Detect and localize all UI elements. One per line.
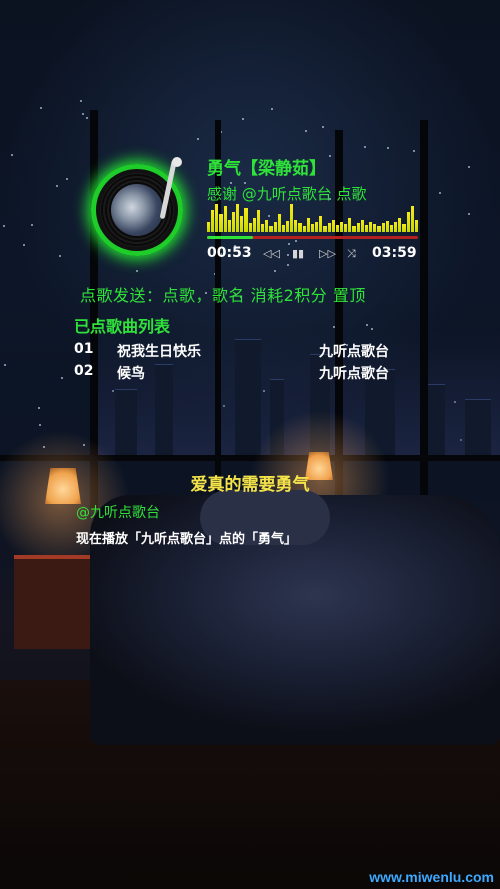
equalizer-bar (302, 226, 306, 232)
equalizer-bar (269, 226, 273, 232)
equalizer-bar (377, 226, 381, 232)
shuffle-icon[interactable]: ⤨ (347, 247, 356, 261)
equalizer-bar (319, 216, 323, 232)
list-item[interactable]: 02 候鸟 九听点歌台 (74, 363, 414, 383)
equalizer-bar (240, 216, 244, 232)
equalizer-bar (340, 222, 344, 232)
equalizer-bar (277, 214, 281, 232)
song-title: 勇气【梁静茹】 (207, 159, 326, 179)
equalizer-bar (281, 225, 285, 232)
equalizer-bar (227, 220, 231, 232)
equalizer-bar (294, 220, 298, 232)
equalizer-bar (298, 223, 302, 232)
equalizer-bar (248, 223, 252, 232)
window-frame (420, 120, 428, 500)
equalizer-bar (244, 208, 248, 232)
equalizer-bar (310, 224, 315, 232)
list-item-requester: 九听点歌台 (319, 366, 389, 382)
list-item-index: 01 (74, 341, 94, 357)
watermark: www.miwenlu.com (369, 869, 494, 885)
current-lyric: 爱真的需要勇气 (190, 475, 310, 495)
list-item-requester: 九听点歌台 (319, 344, 389, 360)
equalizer-bar (273, 222, 277, 232)
list-item-index: 02 (74, 363, 94, 379)
equalizer-bar (327, 223, 331, 232)
equalizer-bar (215, 204, 219, 232)
equalizer-bar (406, 212, 410, 232)
equalizer-bar (261, 224, 265, 232)
dedication-text: 感谢 @九听点歌台 点歌 (207, 185, 367, 203)
equalizer-bar (369, 222, 373, 232)
tonearm-head (172, 157, 182, 167)
playlist-title: 已点歌曲列表 (74, 317, 171, 336)
prev-icon[interactable]: ◁◁ (263, 247, 280, 260)
equalizer-bar (323, 226, 327, 232)
next-icon[interactable]: ▷▷ (319, 247, 336, 260)
equalizer-bar (360, 220, 364, 232)
equalizer-bar (394, 222, 398, 232)
equalizer-bar (223, 206, 227, 232)
equalizer-bar (331, 220, 335, 232)
equalizer-bar (356, 223, 360, 232)
list-item[interactable]: 01 祝我生日快乐 九听点歌台 (74, 341, 414, 361)
equalizer-bar (402, 224, 406, 232)
request-hint: 点歌发送：点歌，歌名 消耗2积分 置顶 (80, 286, 366, 305)
total-duration: 03:59 (372, 245, 417, 261)
equalizer-bar (344, 224, 348, 232)
equalizer-visualizer (207, 203, 418, 232)
equalizer-bar (414, 220, 418, 232)
equalizer-bar (219, 214, 223, 232)
equalizer-bar (236, 204, 240, 232)
progress-fill (207, 236, 253, 239)
equalizer-bar (410, 206, 414, 232)
now-playing-message: 现在播放「九听点歌台」点的「勇气」 (76, 532, 298, 547)
nightstand (14, 555, 94, 649)
equalizer-bar (256, 210, 261, 232)
equalizer-bar (315, 222, 319, 232)
equalizer-bar (211, 210, 215, 232)
equalizer-bar (231, 212, 236, 232)
equalizer-bar (352, 226, 356, 232)
equalizer-bar (364, 225, 369, 232)
equalizer-bar (381, 223, 385, 232)
album-cover (111, 184, 163, 236)
pause-icon[interactable]: ▮▮ (292, 247, 304, 260)
equalizer-bar (389, 225, 394, 232)
equalizer-bar (290, 204, 294, 232)
list-item-song: 候鸟 (117, 366, 145, 382)
equalizer-bar (207, 222, 211, 232)
list-item-song: 祝我生日快乐 (117, 344, 201, 360)
equalizer-bar (265, 220, 269, 232)
equalizer-bar (373, 224, 377, 232)
equalizer-bar (252, 218, 256, 232)
equalizer-bar (385, 221, 389, 232)
equalizer-bar (285, 221, 290, 232)
elapsed-time: 00:53 (207, 245, 252, 261)
mention-username[interactable]: @九听点歌台 (76, 502, 160, 522)
equalizer-bar (348, 218, 352, 232)
equalizer-bar (398, 218, 402, 232)
equalizer-bar (335, 225, 339, 232)
equalizer-bar (306, 218, 310, 232)
bedroom-night-background (0, 0, 500, 889)
